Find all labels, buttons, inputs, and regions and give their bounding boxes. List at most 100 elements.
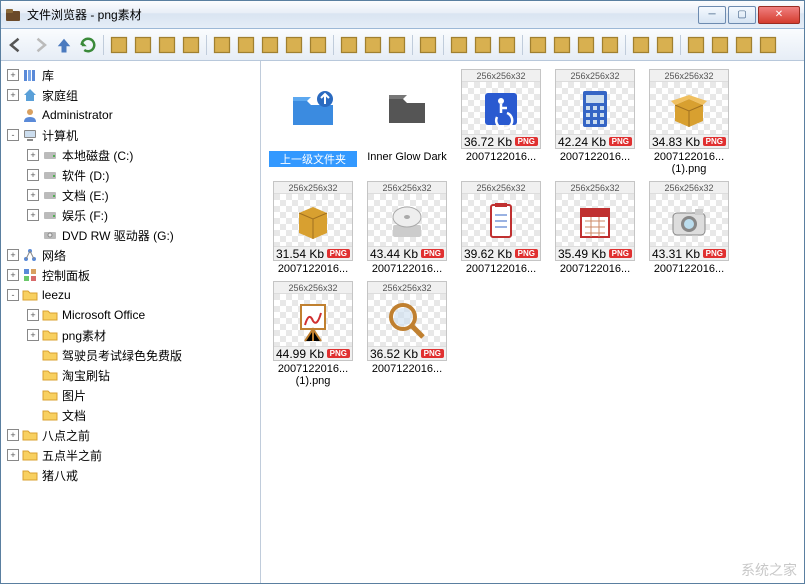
tree-twisty[interactable]: +: [7, 249, 19, 261]
dimension-label: 256x256x32: [274, 182, 352, 194]
tree-twisty[interactable]: +: [27, 169, 39, 181]
tree-node[interactable]: +png素材: [3, 325, 258, 345]
tree-twisty[interactable]: +: [7, 69, 19, 81]
bookmark-add-button[interactable]: [156, 34, 178, 56]
tree-node[interactable]: 淘宝刷钻: [3, 365, 258, 385]
new-folder-button[interactable]: [259, 34, 281, 56]
info-bar: 42.24 KbPNG: [556, 134, 634, 148]
thumbnail: 256x256x3244.99 KbPNG: [273, 281, 353, 361]
tree-node[interactable]: 图片: [3, 385, 258, 405]
file-item[interactable]: 256x256x3242.24 KbPNG2007122016...: [551, 69, 639, 175]
file-item[interactable]: 256x256x3235.49 KbPNG2007122016...: [551, 181, 639, 275]
tree-twisty[interactable]: +: [27, 329, 39, 341]
tree-twisty[interactable]: -: [7, 289, 19, 301]
sort-size-button[interactable]: [551, 34, 573, 56]
grid-4-button[interactable]: [757, 34, 779, 56]
tree-node[interactable]: 驾驶员考试绿色免费版: [3, 345, 258, 365]
tree-node[interactable]: +Microsoft Office: [3, 305, 258, 325]
thumbnail: 256x256x3231.54 KbPNG: [273, 181, 353, 261]
file-item[interactable]: 256x256x3236.72 KbPNG2007122016...: [457, 69, 545, 175]
filter-a-button[interactable]: [630, 34, 652, 56]
file-item[interactable]: 256x256x3234.83 KbPNG2007122016...(1).pn…: [645, 69, 733, 175]
sort-name-button[interactable]: [527, 34, 549, 56]
view-medium-button[interactable]: [472, 34, 494, 56]
view-details-button[interactable]: [496, 34, 518, 56]
filter-z-button[interactable]: [654, 34, 676, 56]
delete-button[interactable]: [307, 34, 329, 56]
tree-twisty: [27, 349, 39, 361]
file-item[interactable]: 256x256x3239.62 KbPNG2007122016...: [457, 181, 545, 275]
minimize-button[interactable]: ─: [698, 6, 726, 24]
up-button[interactable]: [53, 34, 75, 56]
tree-node[interactable]: +控制面板: [3, 265, 258, 285]
file-item[interactable]: 256x256x3243.31 KbPNG2007122016...: [645, 181, 733, 275]
tree-node[interactable]: -计算机: [3, 125, 258, 145]
file-pane[interactable]: 上一级文件夹Inner Glow Dark256x256x3236.72 KbP…: [261, 61, 804, 583]
tree-node[interactable]: 文档: [3, 405, 258, 425]
tree-node[interactable]: +文档 (E:): [3, 185, 258, 205]
cut-button[interactable]: [338, 34, 360, 56]
tree-node[interactable]: +家庭组: [3, 85, 258, 105]
forward-button[interactable]: [29, 34, 51, 56]
tree-node[interactable]: -leezu: [3, 285, 258, 305]
bookmark-go-button[interactable]: [180, 34, 202, 56]
file-item[interactable]: 256x256x3231.54 KbPNG2007122016...: [269, 181, 357, 275]
tree-twisty[interactable]: +: [27, 309, 39, 321]
grid-2-button[interactable]: [709, 34, 731, 56]
tree-node[interactable]: +本地磁盘 (C:): [3, 145, 258, 165]
size-label: 44.99 Kb: [276, 347, 324, 361]
tree-node[interactable]: 猪八戒: [3, 465, 258, 485]
view-small-button[interactable]: [448, 34, 470, 56]
format-badge: PNG: [703, 249, 726, 258]
file-item[interactable]: 256x256x3244.99 KbPNG2007122016...(1).pn…: [269, 281, 357, 387]
close-button[interactable]: ✕: [758, 6, 800, 24]
file-item[interactable]: 256x256x3243.44 KbPNG2007122016...: [363, 181, 451, 275]
back-button[interactable]: [5, 34, 27, 56]
tree-twisty[interactable]: +: [7, 449, 19, 461]
dimension-label: 256x256x32: [462, 70, 540, 82]
tree-node[interactable]: +网络: [3, 245, 258, 265]
import-button[interactable]: [599, 34, 621, 56]
list-button[interactable]: [417, 34, 439, 56]
paste-button[interactable]: [386, 34, 408, 56]
dimension-label: 256x256x32: [650, 70, 728, 82]
box-open-icon: [665, 85, 713, 133]
refresh-button[interactable]: [77, 34, 99, 56]
folder-item[interactable]: Inner Glow Dark: [363, 69, 451, 175]
folder-icon: [22, 287, 38, 303]
folder-plus-button[interactable]: [108, 34, 130, 56]
tree-twisty[interactable]: +: [7, 89, 19, 101]
tree-twisty[interactable]: +: [27, 189, 39, 201]
tree-node[interactable]: +库: [3, 65, 258, 85]
dvd-icon: [42, 227, 58, 243]
copy-button[interactable]: [362, 34, 384, 56]
tree-twisty[interactable]: +: [27, 149, 39, 161]
box-closed-icon: [289, 197, 337, 245]
rename-button[interactable]: [283, 34, 305, 56]
tree-node[interactable]: DVD RW 驱动器 (G:): [3, 225, 258, 245]
tree-node[interactable]: +五点半之前: [3, 445, 258, 465]
file-item[interactable]: 256x256x3236.52 KbPNG2007122016...: [363, 281, 451, 387]
filename-label: 2007122016...: [269, 363, 357, 375]
grid-3-button[interactable]: [733, 34, 755, 56]
copy-to-button[interactable]: [211, 34, 233, 56]
grid-1-button[interactable]: [685, 34, 707, 56]
tree-twisty[interactable]: +: [7, 429, 19, 441]
tree-pane[interactable]: +库+家庭组Administrator-计算机+本地磁盘 (C:)+软件 (D:…: [1, 61, 261, 583]
tree-twisty[interactable]: +: [27, 209, 39, 221]
folder-item[interactable]: 上一级文件夹: [269, 69, 357, 175]
tree-node[interactable]: Administrator: [3, 105, 258, 125]
tree-label: 文档: [62, 407, 86, 424]
tree-twisty[interactable]: -: [7, 129, 19, 141]
filename-label: 2007122016...: [457, 263, 545, 275]
export-button[interactable]: [575, 34, 597, 56]
tree-node[interactable]: +娱乐 (F:): [3, 205, 258, 225]
tree-node[interactable]: +八点之前: [3, 425, 258, 445]
maximize-button[interactable]: ▢: [728, 6, 756, 24]
tree-node[interactable]: +软件 (D:): [3, 165, 258, 185]
folder-open-button[interactable]: [132, 34, 154, 56]
folder-icon: [42, 367, 58, 383]
info-bar: 36.52 KbPNG: [368, 346, 446, 360]
tree-twisty[interactable]: +: [7, 269, 19, 281]
move-to-button[interactable]: [235, 34, 257, 56]
